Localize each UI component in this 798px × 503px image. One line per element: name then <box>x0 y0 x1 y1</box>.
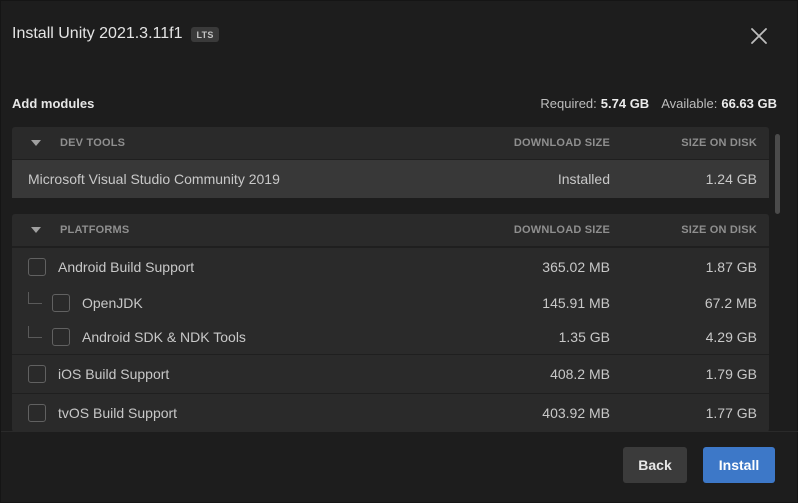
platforms-group: PLATFORMS DOWNLOAD SIZE SIZE ON DISK And… <box>12 214 769 431</box>
module-name: OpenJDK <box>82 295 143 311</box>
install-button[interactable]: Install <box>703 447 775 483</box>
tree-connector <box>28 326 42 338</box>
download-size-header: DOWNLOAD SIZE <box>513 224 610 236</box>
module-download-size: 408.2 MB <box>550 366 610 382</box>
add-modules-heading: Add modules <box>12 96 95 111</box>
close-icon <box>751 28 767 44</box>
tvos-checkbox[interactable] <box>28 404 46 422</box>
platforms-header[interactable]: PLATFORMS DOWNLOAD SIZE SIZE ON DISK <box>12 214 769 247</box>
close-button[interactable] <box>749 26 769 46</box>
module-download-size: 145.91 MB <box>542 295 610 311</box>
module-name: Android SDK & NDK Tools <box>82 329 246 345</box>
module-disk-size: 4.29 GB <box>705 329 757 345</box>
module-disk-size: 1.87 GB <box>705 259 757 275</box>
module-row-openjdk[interactable]: OpenJDK 145.91 MB 67.2 MB <box>12 286 769 320</box>
module-row-android-sdk[interactable]: Android SDK & NDK Tools 1.35 GB 4.29 GB <box>12 320 769 354</box>
openjdk-checkbox[interactable] <box>52 294 70 312</box>
download-size-header: DOWNLOAD SIZE <box>513 137 610 149</box>
module-disk-size: 1.24 GB <box>705 171 757 187</box>
list-scrollbar[interactable] <box>775 134 780 214</box>
dev-tools-title: DEV TOOLS <box>60 137 126 149</box>
module-name: tvOS Build Support <box>58 405 178 421</box>
dialog-title: Install Unity 2021.3.11f1 <box>12 25 183 42</box>
available-value: 66.63 GB <box>721 96 777 111</box>
module-row-ios[interactable]: iOS Build Support 408.2 MB 1.79 GB <box>12 354 769 393</box>
module-download-size: 365.02 MB <box>542 259 610 275</box>
platforms-title: PLATFORMS <box>60 224 130 236</box>
dev-tools-header[interactable]: DEV TOOLS DOWNLOAD SIZE SIZE ON DISK <box>12 127 769 160</box>
modules-list[interactable]: DEV TOOLS DOWNLOAD SIZE SIZE ON DISK Mic… <box>12 127 769 431</box>
module-disk-size: 1.79 GB <box>705 366 757 382</box>
caret-down-icon[interactable] <box>12 140 60 146</box>
module-row-android[interactable]: Android Build Support 365.02 MB 1.87 GB <box>12 247 769 286</box>
required-value: 5.74 GB <box>600 96 650 111</box>
size-on-disk-header: SIZE ON DISK <box>681 224 757 236</box>
module-name: Microsoft Visual Studio Community 2019 <box>28 171 280 187</box>
android-checkbox[interactable] <box>28 258 46 276</box>
module-download-size: 403.92 MB <box>542 405 610 421</box>
module-disk-size: 1.77 GB <box>705 405 757 421</box>
available-label: Available: <box>661 96 718 111</box>
space-info: Required: 5.74 GB Available: 66.63 GB <box>540 96 777 111</box>
lts-badge: LTS <box>191 26 219 42</box>
dialog-title-row: Install Unity 2021.3.11f1 LTS <box>12 25 219 43</box>
module-name: Android Build Support <box>58 259 195 275</box>
module-disk-size: 67.2 MB <box>704 295 757 311</box>
ios-checkbox[interactable] <box>28 365 46 383</box>
back-button[interactable]: Back <box>623 447 687 483</box>
required-label: Required: <box>540 96 597 111</box>
module-row-tvos[interactable]: tvOS Build Support 403.92 MB 1.77 GB <box>12 393 769 431</box>
tree-connector <box>28 292 42 304</box>
module-download-size: Installed <box>557 171 610 187</box>
module-download-size: 1.35 GB <box>558 329 610 345</box>
module-name: iOS Build Support <box>58 366 170 382</box>
install-dialog: Install Unity 2021.3.11f1 LTS Add module… <box>0 0 798 503</box>
caret-down-icon[interactable] <box>12 227 60 233</box>
dialog-footer: Back Install <box>1 431 798 503</box>
android-sdk-checkbox[interactable] <box>52 328 70 346</box>
size-on-disk-header: SIZE ON DISK <box>681 137 757 149</box>
dev-tools-group: DEV TOOLS DOWNLOAD SIZE SIZE ON DISK Mic… <box>12 127 769 198</box>
module-row-visual-studio: Microsoft Visual Studio Community 2019 I… <box>12 160 769 198</box>
